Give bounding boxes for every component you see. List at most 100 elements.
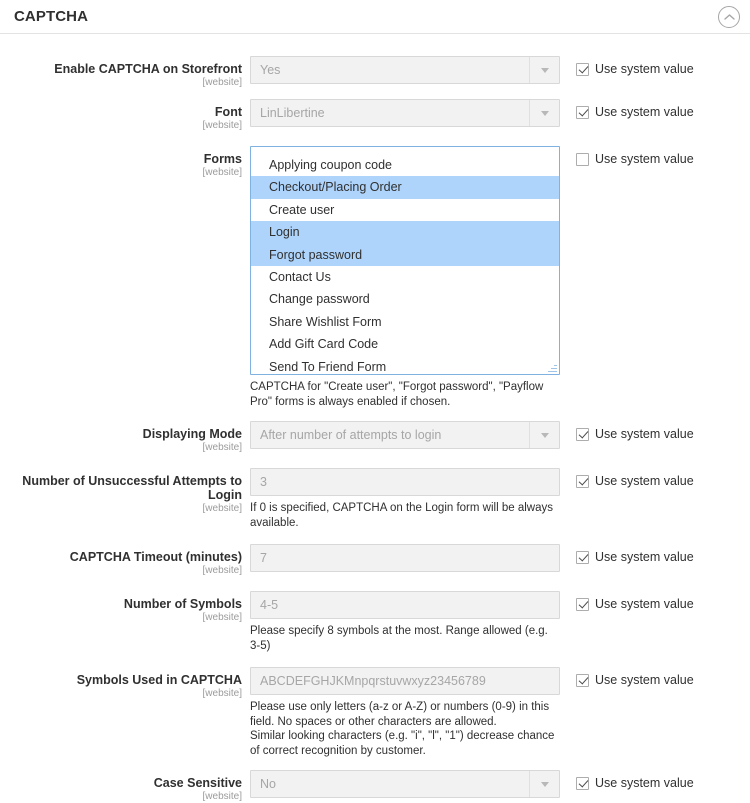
- font-select[interactable]: LinLibertine: [250, 99, 560, 127]
- use-system-value-forms[interactable]: Use system value: [576, 152, 750, 166]
- field-label: Enable CAPTCHA on Storefront: [54, 62, 242, 76]
- use-system-value-enable-captcha[interactable]: Use system value: [576, 62, 750, 76]
- use-system-value-case-sensitive[interactable]: Use system value: [576, 776, 750, 790]
- case-sensitive-select[interactable]: No: [250, 770, 560, 798]
- field-label: CAPTCHA Timeout (minutes): [69, 550, 242, 564]
- field-scope: [website]: [202, 77, 242, 88]
- field-row-symbol-count: Number of Symbols [website] Please speci…: [0, 591, 750, 653]
- label-font: Font [website]: [0, 99, 250, 132]
- checkbox-icon[interactable]: [576, 597, 589, 611]
- symbols-note-text: Please use only letters (a-z or A-Z) or …: [250, 701, 555, 757]
- use-system-value-label: Use system value: [595, 550, 694, 564]
- timeout-input[interactable]: [250, 544, 560, 572]
- font-value: LinLibertine: [260, 106, 325, 120]
- label-enable-captcha: Enable CAPTCHA on Storefront [website]: [0, 56, 250, 89]
- checkbox-icon[interactable]: [576, 152, 589, 166]
- attempts-input[interactable]: [250, 468, 560, 496]
- case-sensitive-value: No: [260, 777, 276, 791]
- use-system-value-label: Use system value: [595, 105, 694, 119]
- forms-option[interactable]: Add Gift Card Code: [251, 333, 559, 355]
- use-system-value-attempts[interactable]: Use system value: [576, 474, 750, 488]
- section-header: CAPTCHA: [0, 0, 750, 34]
- symbol-count-note-text: Please specify 8 symbols at the most. Ra…: [250, 625, 552, 652]
- chevron-up-circle-icon[interactable]: [718, 6, 740, 28]
- resize-handle-icon[interactable]: [548, 363, 557, 372]
- label-displaying-mode: Displaying Mode [website]: [0, 421, 250, 454]
- use-system-value-timeout[interactable]: Use system value: [576, 550, 750, 564]
- page-title: CAPTCHA: [14, 8, 89, 25]
- field-label: Symbols Used in CAPTCHA: [76, 673, 242, 687]
- field-row-symbols: Symbols Used in CAPTCHA [website] Please…: [0, 667, 750, 758]
- field-row-timeout: CAPTCHA Timeout (minutes) [website] Use …: [0, 544, 750, 577]
- field-row-forms: Forms [website] Applying coupon code Chec…: [0, 146, 750, 409]
- forms-note-text: CAPTCHA for "Create user", "Forgot passw…: [250, 381, 547, 408]
- label-symbol-count: Number of Symbols [website]: [0, 591, 250, 624]
- label-case-sensitive: Case Sensitive [website]: [0, 770, 250, 803]
- field-row-case-sensitive: Case Sensitive [website] No Use system v…: [0, 770, 750, 803]
- forms-option[interactable]: Checkout/Placing Order: [251, 176, 559, 199]
- use-system-value-symbol-count[interactable]: Use system value: [576, 597, 750, 611]
- label-forms: Forms [website]: [0, 146, 250, 179]
- use-system-value-label: Use system value: [595, 152, 694, 166]
- forms-option[interactable]: Create user: [251, 199, 559, 221]
- use-system-value-font[interactable]: Use system value: [576, 105, 750, 119]
- field-scope: [website]: [202, 612, 242, 623]
- forms-option[interactable]: Send To Friend Form: [251, 356, 559, 374]
- field-label: Displaying Mode: [142, 427, 242, 441]
- use-system-value-label: Use system value: [595, 62, 694, 76]
- field-label: Number of Unsuccessful Attempts to Login: [22, 474, 242, 502]
- checkbox-icon[interactable]: [576, 474, 589, 488]
- forms-option[interactable]: Applying coupon code: [251, 154, 559, 176]
- field-row-enable-captcha: Enable CAPTCHA on Storefront [website] Y…: [0, 56, 750, 89]
- forms-multiselect[interactable]: Applying coupon code Checkout/Placing Ord…: [250, 146, 560, 375]
- chevron-down-icon[interactable]: [529, 771, 559, 797]
- label-attempts: Number of Unsuccessful Attempts to Login…: [0, 468, 250, 515]
- use-system-value-label: Use system value: [595, 673, 694, 687]
- symbols-note: Please use only letters (a-z or A-Z) or …: [250, 700, 556, 758]
- checkbox-icon[interactable]: [576, 62, 589, 76]
- checkbox-icon[interactable]: [576, 427, 589, 441]
- chevron-down-icon[interactable]: [529, 422, 559, 448]
- field-label: Forms: [203, 152, 242, 166]
- symbol-count-input[interactable]: [250, 591, 560, 619]
- field-scope: [website]: [202, 120, 242, 131]
- checkbox-icon[interactable]: [576, 776, 589, 790]
- field-scope: [website]: [202, 791, 242, 802]
- use-system-value-symbols[interactable]: Use system value: [576, 673, 750, 687]
- symbol-count-note: Please specify 8 symbols at the most. Ra…: [250, 624, 556, 653]
- field-label: Case Sensitive: [153, 776, 242, 790]
- forms-option[interactable]: Login: [251, 221, 559, 244]
- use-system-value-label: Use system value: [595, 776, 694, 790]
- checkbox-icon[interactable]: [576, 550, 589, 564]
- field-label: Font: [214, 105, 242, 119]
- label-timeout: CAPTCHA Timeout (minutes) [website]: [0, 544, 250, 577]
- checkbox-icon[interactable]: [576, 105, 589, 119]
- use-system-value-label: Use system value: [595, 474, 694, 488]
- field-scope: [website]: [202, 167, 242, 178]
- displaying-mode-value: After number of attempts to login: [260, 428, 442, 442]
- forms-option[interactable]: Change password: [251, 288, 559, 310]
- chevron-down-icon[interactable]: [529, 57, 559, 83]
- forms-option[interactable]: Forgot password: [251, 243, 559, 266]
- use-system-value-displaying-mode[interactable]: Use system value: [576, 427, 750, 441]
- chevron-down-icon[interactable]: [529, 100, 559, 126]
- field-scope: [website]: [202, 442, 242, 453]
- forms-option[interactable]: Share Wishlist Form: [251, 311, 559, 333]
- captcha-settings-form: Enable CAPTCHA on Storefront [website] Y…: [0, 34, 750, 803]
- field-scope: [website]: [202, 688, 242, 699]
- field-row-attempts: Number of Unsuccessful Attempts to Login…: [0, 468, 750, 530]
- attempts-note: If 0 is specified, CAPTCHA on the Login …: [250, 501, 556, 530]
- label-symbols: Symbols Used in CAPTCHA [website]: [0, 667, 250, 700]
- field-row-font: Font [website] LinLibertine Use system v…: [0, 99, 750, 132]
- field-label: Number of Symbols: [123, 597, 242, 611]
- field-scope: [website]: [202, 565, 242, 576]
- field-scope: [website]: [202, 503, 242, 514]
- forms-note: CAPTCHA for "Create user", "Forgot passw…: [250, 380, 556, 409]
- enable-captcha-select[interactable]: Yes: [250, 56, 560, 84]
- checkbox-icon[interactable]: [576, 673, 589, 687]
- use-system-value-label: Use system value: [595, 597, 694, 611]
- symbols-input[interactable]: [250, 667, 560, 695]
- forms-option[interactable]: Contact Us: [251, 266, 559, 288]
- attempts-note-text: If 0 is specified, CAPTCHA on the Login …: [250, 502, 557, 529]
- displaying-mode-select[interactable]: After number of attempts to login: [250, 421, 560, 449]
